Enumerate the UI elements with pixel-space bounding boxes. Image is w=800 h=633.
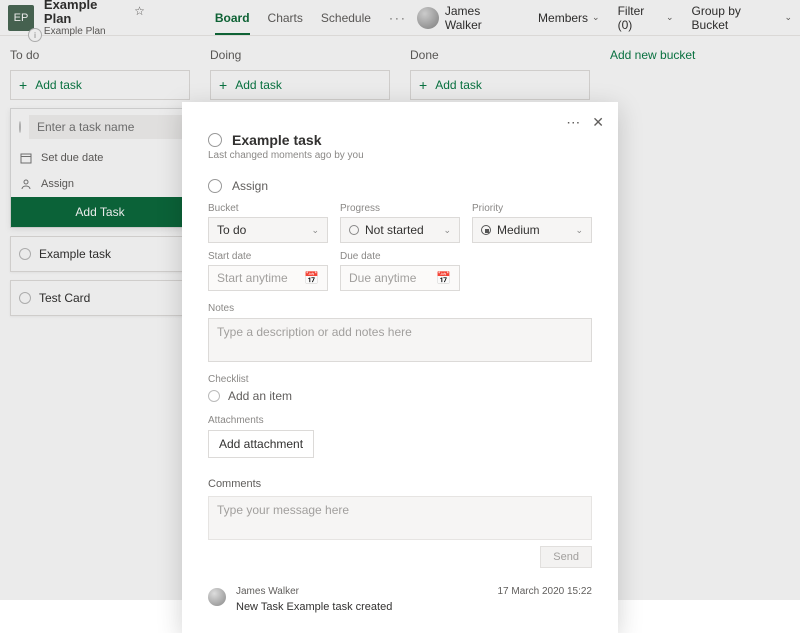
start-date-input[interactable]: Start anytime 📅 xyxy=(208,265,328,291)
due-date-label: Due date xyxy=(340,251,460,262)
progress-field-label: Progress xyxy=(340,203,460,214)
activity-timestamp: 17 March 2020 15:22 xyxy=(497,586,592,597)
more-options-icon[interactable]: ⋯ xyxy=(566,114,580,131)
add-attachment-button[interactable]: Add attachment xyxy=(208,430,314,458)
checklist-item-toggle[interactable] xyxy=(208,390,220,402)
avatar xyxy=(208,588,226,606)
calendar-icon: 📅 xyxy=(436,271,451,285)
start-date-label: Start date xyxy=(208,251,328,262)
checklist-add-item[interactable]: Add an item xyxy=(208,389,592,403)
priority-icon xyxy=(481,225,491,235)
priority-value: Medium xyxy=(497,223,540,237)
notes-label: Notes xyxy=(208,303,592,314)
due-date-input[interactable]: Due anytime 📅 xyxy=(340,265,460,291)
assign-label: Assign xyxy=(232,179,268,193)
task-detail-modal: ⋯ ✕ Example task Last changed moments ag… xyxy=(182,102,618,633)
priority-field-label: Priority xyxy=(472,203,592,214)
progress-status-icon xyxy=(349,225,359,235)
progress-value: Not started xyxy=(365,223,424,237)
assign-button[interactable]: Assign xyxy=(208,179,592,193)
task-title[interactable]: Example task xyxy=(232,132,322,148)
chevron-down-icon: ⌄ xyxy=(443,225,451,236)
comments-label: Comments xyxy=(208,478,592,490)
last-changed-text: Last changed moments ago by you xyxy=(208,150,592,161)
close-icon[interactable]: ✕ xyxy=(592,114,604,131)
activity-author: James Walker xyxy=(236,586,299,597)
person-icon xyxy=(208,179,222,193)
due-date-placeholder: Due anytime xyxy=(349,271,416,285)
task-complete-toggle[interactable] xyxy=(208,133,222,147)
progress-select[interactable]: Not started ⌄ xyxy=(340,217,460,243)
comment-input[interactable]: Type your message here xyxy=(208,496,592,540)
send-button[interactable]: Send xyxy=(540,546,592,568)
calendar-icon: 📅 xyxy=(304,271,319,285)
modal-overlay[interactable]: ⋯ ✕ Example task Last changed moments ag… xyxy=(0,0,800,600)
start-date-placeholder: Start anytime xyxy=(217,271,288,285)
bucket-select[interactable]: To do ⌄ xyxy=(208,217,328,243)
notes-textarea[interactable]: Type a description or add notes here xyxy=(208,318,592,362)
activity-message: New Task Example task created xyxy=(236,601,592,613)
checklist-add-label: Add an item xyxy=(228,389,292,403)
priority-select[interactable]: Medium ⌄ xyxy=(472,217,592,243)
checklist-label: Checklist xyxy=(208,374,592,385)
chevron-down-icon: ⌄ xyxy=(575,225,583,236)
attachments-label: Attachments xyxy=(208,415,592,426)
bucket-value: To do xyxy=(217,223,246,237)
chevron-down-icon: ⌄ xyxy=(311,225,319,236)
bucket-field-label: Bucket xyxy=(208,203,328,214)
